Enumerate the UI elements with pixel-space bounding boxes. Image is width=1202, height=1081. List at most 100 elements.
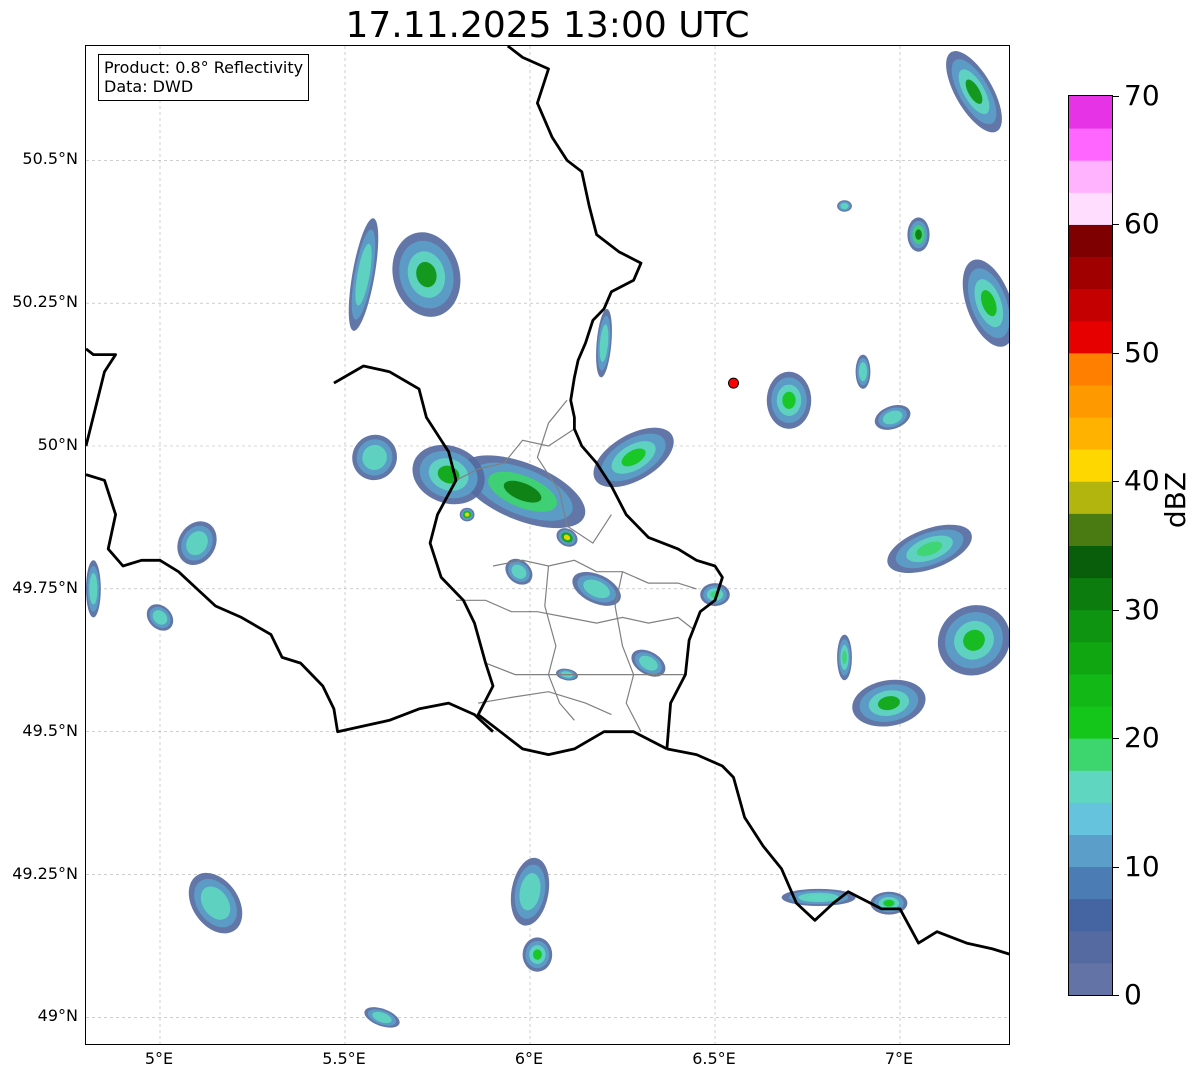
district-boundary — [456, 599, 694, 630]
echo-cell — [858, 362, 868, 382]
colorbar-tick-mark — [1113, 609, 1119, 611]
radar-map[interactable] — [85, 45, 1010, 1045]
country-border — [86, 473, 494, 734]
colorbar-label: dBZ — [1159, 471, 1192, 529]
radar-echo — [177, 521, 217, 565]
radar-echo — [596, 308, 612, 378]
lat-tick-label: 50°N — [37, 435, 78, 454]
country-border — [666, 747, 1009, 956]
radar-echo — [855, 354, 871, 389]
radar-echo — [522, 937, 553, 972]
lon-tick-label: 5°E — [144, 1049, 174, 1068]
colorbar-swatch — [1069, 128, 1112, 161]
lat-tick-label: 50.25°N — [12, 292, 78, 312]
radar-echo — [852, 679, 926, 727]
echo-cell — [89, 573, 98, 605]
country-border — [333, 364, 668, 756]
lat-tick-label: 49.75°N — [12, 577, 78, 597]
radar-echo — [946, 51, 1002, 133]
colorbar-swatch — [1069, 384, 1112, 418]
radar-echo — [962, 259, 1009, 347]
lat-tick-label: 49°N — [37, 1006, 78, 1026]
colorbar-swatch — [1069, 513, 1112, 546]
colorbar-swatch — [1069, 962, 1112, 996]
radar-site-marker — [728, 377, 739, 389]
colorbar-tick-label: 0 — [1124, 978, 1142, 1011]
lon-tick-label: 6°E — [514, 1049, 544, 1068]
radar-site-dot — [728, 377, 739, 389]
colorbar-tick-label: 10 — [1124, 849, 1160, 883]
echo-cell — [782, 391, 796, 409]
radar-echo — [837, 200, 852, 212]
echo-cell — [807, 894, 830, 901]
radar-echo — [510, 857, 550, 926]
radar-echo — [352, 434, 397, 481]
colorbar-tick-label: 50 — [1124, 335, 1160, 369]
district-boundary — [478, 691, 612, 716]
chart-title: 17.11.2025 13:00 UTC — [345, 5, 750, 46]
echo-cell — [840, 202, 849, 210]
radar-echo — [907, 217, 930, 252]
colorbar — [1068, 95, 1113, 996]
colorbar-swatch — [1069, 770, 1112, 803]
colorbar-tick-mark — [1113, 96, 1119, 97]
country-border — [86, 347, 117, 447]
colorbar-tick-label: 60 — [1124, 207, 1160, 241]
lat-tick-label: 49.5°N — [22, 720, 78, 740]
reflectivity-echoes — [86, 51, 1009, 1028]
colorbar-swatch — [1069, 641, 1112, 675]
colorbar-swatch — [1069, 96, 1112, 129]
colorbar-swatch — [1069, 224, 1112, 258]
colorbar-tick-mark — [1113, 224, 1119, 226]
colorbar-swatch — [1069, 320, 1112, 354]
lat-tick-label: 49.25°N — [12, 863, 78, 883]
colorbar-swatch — [1069, 738, 1112, 771]
colorbar-tick-mark — [1113, 352, 1119, 354]
colorbar-swatch — [1069, 866, 1112, 900]
colorbar-swatch — [1069, 673, 1112, 707]
colorbar-swatch — [1069, 160, 1112, 193]
echo-cell — [532, 949, 542, 960]
colorbar-swatch — [1069, 930, 1112, 964]
radar-echo — [505, 558, 533, 585]
colorbar-swatch — [1069, 545, 1112, 579]
colorbar-tick-mark — [1113, 738, 1119, 740]
colorbar-tick-label: 20 — [1124, 721, 1160, 755]
colorbar-tick-mark — [1113, 481, 1119, 483]
lon-tick-label: 7°E — [884, 1049, 914, 1068]
product-info-box: Product: 0.8° Reflectivity Data: DWD — [98, 54, 310, 101]
radar-echo — [412, 444, 485, 505]
colorbar-swatch — [1069, 834, 1112, 868]
echo-cell — [883, 899, 895, 907]
colorbar-tick-label: 40 — [1124, 464, 1160, 498]
radar-echo — [887, 524, 972, 574]
colorbar-tick-mark — [1113, 866, 1119, 868]
radar-echo — [348, 218, 379, 331]
lon-tick-label: 5.5°E — [322, 1049, 366, 1068]
echo-cell — [464, 512, 470, 517]
map-canvas — [86, 46, 1009, 1044]
radar-echo — [700, 583, 730, 606]
colorbar-tick-label: 70 — [1124, 79, 1160, 112]
colorbar-swatches — [1069, 96, 1112, 996]
echo-cell — [842, 650, 847, 665]
radar-echo — [937, 605, 1009, 676]
radar-echo — [392, 232, 461, 317]
data-source-label: Data: DWD — [104, 77, 194, 96]
product-label: Product: 0.8° Reflectivity — [104, 58, 304, 77]
colorbar-swatch — [1069, 481, 1112, 514]
colorbar-swatch — [1069, 898, 1112, 932]
lon-tick-label: 6.5°E — [692, 1049, 736, 1068]
colorbar-swatch — [1069, 609, 1112, 643]
radar-echo — [364, 1007, 400, 1028]
colorbar-tick-label: 30 — [1124, 592, 1160, 626]
lat-tick-label: 50.5°N — [22, 149, 78, 169]
colorbar-swatch — [1069, 288, 1112, 322]
radar-echo — [593, 427, 674, 488]
colorbar-swatch — [1069, 802, 1112, 835]
colorbar-swatch — [1069, 706, 1112, 739]
colorbar-swatch — [1069, 192, 1112, 225]
colorbar-tick-mark — [1113, 995, 1119, 996]
colorbar-swatch — [1069, 449, 1112, 482]
radar-echo — [86, 560, 101, 618]
